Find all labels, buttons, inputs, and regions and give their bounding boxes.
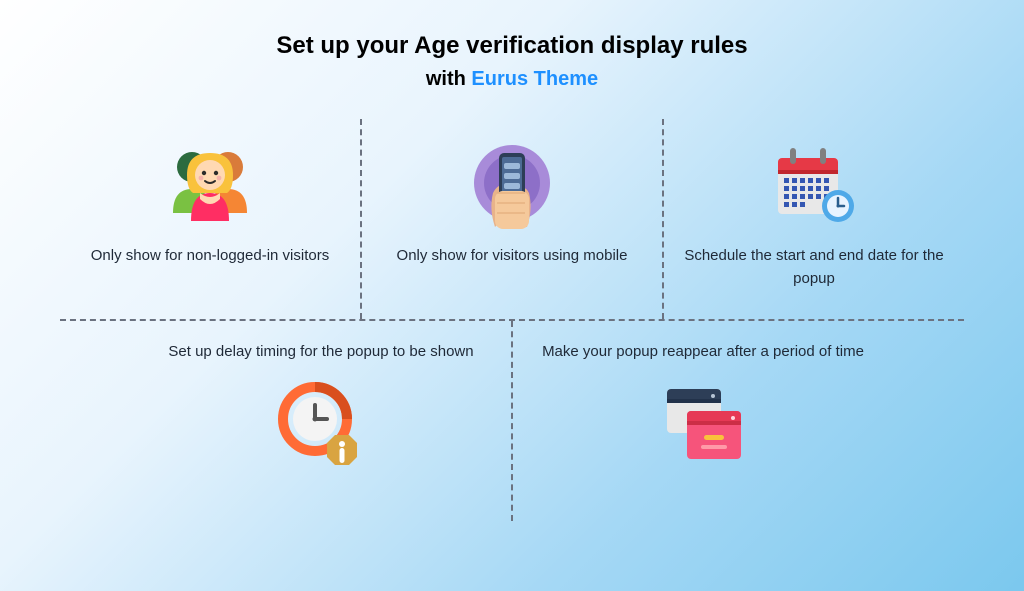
page-title: Set up your Age verification display rul… [60, 32, 964, 60]
feature-card: Set up delay timing for the popup to be … [131, 321, 511, 521]
features-grid: Only show for non-logged-in visitors [60, 119, 964, 521]
feature-caption: Make your popup reappear after a period … [542, 341, 864, 364]
popup-windows-icon [657, 380, 749, 470]
feature-card: Only show for visitors using mobile [362, 119, 662, 319]
feature-caption: Schedule the start and end date for the … [680, 245, 948, 290]
header: Set up your Age verification display rul… [60, 32, 964, 91]
feature-card: Schedule the start and end date for the … [664, 119, 964, 319]
page-subtitle: with Eurus Theme [60, 68, 964, 91]
feature-caption: Only show for visitors using mobile [397, 245, 628, 268]
clock-warning-icon [275, 380, 367, 470]
hand-phone-icon [467, 139, 557, 229]
brand-name: Eurus Theme [471, 68, 598, 90]
subtitle-prefix: with [426, 68, 472, 90]
feature-row-2: Set up delay timing for the popup to be … [60, 321, 964, 521]
feature-card: Make your popup reappear after a period … [513, 321, 893, 521]
feature-caption: Only show for non-logged-in visitors [91, 245, 329, 268]
feature-card: Only show for non-logged-in visitors [60, 119, 360, 319]
calendar-clock-icon [768, 139, 860, 229]
feature-row-1: Only show for non-logged-in visitors [60, 119, 964, 319]
people-icon [167, 139, 253, 229]
feature-caption: Set up delay timing for the popup to be … [168, 341, 473, 364]
